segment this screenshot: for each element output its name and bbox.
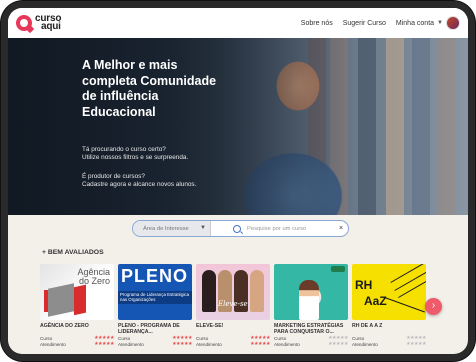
course-card[interactable]: Agência do Zero AGÊNCIA DO ZERO Curso ★★…	[40, 264, 114, 354]
tablet-frame: curso aqui Sobre nós Sugerir Curso Minha…	[1, 1, 475, 361]
course-card[interactable]: MARKETING ESTRATÉGIAS PARA CONQUISTAR O.…	[274, 264, 348, 354]
course-card[interactable]: RH AaZ RH DE A A Z Curso ★★★★★ Atendimen…	[352, 264, 426, 354]
search-icon	[233, 224, 241, 233]
service-rating: Atendimento ★★★★★	[118, 341, 192, 347]
search-bar: Área de Interesse ▼ Pesquise por um curs…	[132, 220, 349, 237]
thumb-text: RH	[355, 278, 373, 292]
search-input-placeholder: Pesquise por um curso	[247, 225, 307, 232]
logo-line2: aqui	[41, 21, 61, 32]
chevron-down-icon: ▼	[437, 20, 443, 26]
rating-label: Curso	[40, 335, 53, 341]
service-rating: Atendimento ★★★★★	[352, 341, 426, 347]
thumb-decor	[390, 264, 426, 283]
nav-minha-conta[interactable]: Minha conta ▼	[396, 16, 460, 30]
star-rating: ★★★★★	[406, 341, 426, 347]
rating-label: Atendimento	[274, 341, 300, 347]
rating-label: Curso	[352, 335, 365, 341]
clear-search-button[interactable]: ×	[334, 225, 348, 232]
course-title[interactable]: AGÊNCIA DO ZERO	[40, 323, 114, 335]
new-badge	[331, 266, 345, 272]
area-select[interactable]: Área de Interesse ▼	[133, 221, 211, 236]
course-title[interactable]: MARKETING ESTRATÉGIAS PARA CONQUISTAR O.…	[274, 323, 348, 335]
chevron-down-icon: ▼	[200, 225, 206, 231]
hero-text-line: Tá procurando o curso certo?	[82, 146, 166, 153]
thumb-person	[202, 270, 216, 312]
course-card[interactable]: PLENO Programa de Liderança Estratégica …	[118, 264, 192, 354]
logo[interactable]: curso aqui	[16, 14, 61, 32]
avatar[interactable]	[446, 16, 460, 30]
star-rating: ★★★★★	[250, 341, 270, 347]
service-rating: Atendimento ★★★★★	[196, 341, 270, 347]
hero-banner: A Melhor e mais completa Comunidade de i…	[8, 38, 468, 215]
hero-text-line: Cadastre agora e alcance novos alunos.	[82, 181, 197, 189]
course-title[interactable]: RH DE A A Z	[352, 323, 426, 335]
course-thumbnail[interactable]: Agência do Zero	[40, 264, 114, 320]
search-input[interactable]: Pesquise por um curso	[211, 224, 334, 233]
nav-sobre-nos[interactable]: Sobre nós	[301, 20, 333, 27]
hero-text-line: Utilize nossos filtros e se surpreenda.	[82, 154, 189, 162]
course-title[interactable]: PLENO - PROGRAMA DE LIDERANÇA...	[118, 323, 192, 335]
hero-text-producer: É produtor de cursos? Cadastre agora e a…	[82, 173, 252, 189]
area-select-placeholder: Área de Interesse	[143, 225, 189, 232]
thumb-text: Agência do Zero	[77, 267, 110, 286]
thumb-subtext: Programa de Liderança Estratégica nas Or…	[120, 292, 190, 303]
nav-minha-conta-label: Minha conta	[395, 19, 435, 27]
course-card[interactable]: Eleve-se ELEVE-SE! Curso ★★★★★ Atendimen…	[196, 264, 270, 354]
star-rating: ★★★★★	[172, 341, 192, 347]
hero-text-line: É produtor de cursos?	[82, 173, 145, 180]
rating-label: Curso	[196, 335, 209, 341]
star-rating: ★★★★★	[94, 341, 114, 347]
service-rating: Atendimento ★★★★★	[274, 341, 348, 347]
main-nav: Sobre nós Sugerir Curso Minha conta ▼	[301, 16, 460, 30]
chevron-right-icon[interactable]: ›	[425, 298, 442, 315]
thumb-text: AaZ	[364, 294, 387, 308]
top-navbar: curso aqui Sobre nós Sugerir Curso Minha…	[8, 8, 468, 38]
service-rating: Atendimento ★★★★★	[40, 341, 114, 347]
thumb-decor	[398, 279, 426, 298]
thumb-person	[250, 270, 264, 312]
rating-label: Atendimento	[196, 341, 222, 347]
thumb-text: Eleve-se	[218, 300, 248, 308]
star-rating: ★★★★★	[328, 341, 348, 347]
course-title[interactable]: ELEVE-SE!	[196, 323, 270, 335]
logo-text: curso aqui	[35, 14, 61, 32]
course-carousel: Agência do Zero AGÊNCIA DO ZERO Curso ★★…	[40, 264, 468, 354]
rating-label: Atendimento	[40, 341, 66, 347]
hero-text-find-course: Tá procurando o curso certo? Utilize nos…	[82, 146, 252, 162]
rating-label: Atendimento	[118, 341, 144, 347]
thumb-text: PLENO	[121, 266, 189, 286]
thumb-decor	[383, 296, 425, 313]
course-thumbnail[interactable]: RH AaZ	[352, 264, 426, 320]
course-thumbnail[interactable]: Eleve-se	[196, 264, 270, 320]
section-title: + BEM AVALIADOS	[42, 249, 104, 256]
rating-label: Curso	[118, 335, 131, 341]
thumb-decor	[394, 270, 426, 291]
hero-title: A Melhor e mais completa Comunidade de i…	[82, 58, 217, 119]
nav-sugerir-curso[interactable]: Sugerir Curso	[343, 20, 386, 27]
thumb-decor	[48, 283, 74, 317]
thumb-person	[299, 280, 319, 320]
course-thumbnail[interactable]: PLENO Programa de Liderança Estratégica …	[118, 264, 192, 320]
logo-icon	[16, 15, 32, 31]
rating-label: Curso	[274, 335, 287, 341]
course-thumbnail[interactable]	[274, 264, 348, 320]
screen: curso aqui Sobre nós Sugerir Curso Minha…	[8, 8, 468, 354]
rating-label: Atendimento	[352, 341, 378, 347]
